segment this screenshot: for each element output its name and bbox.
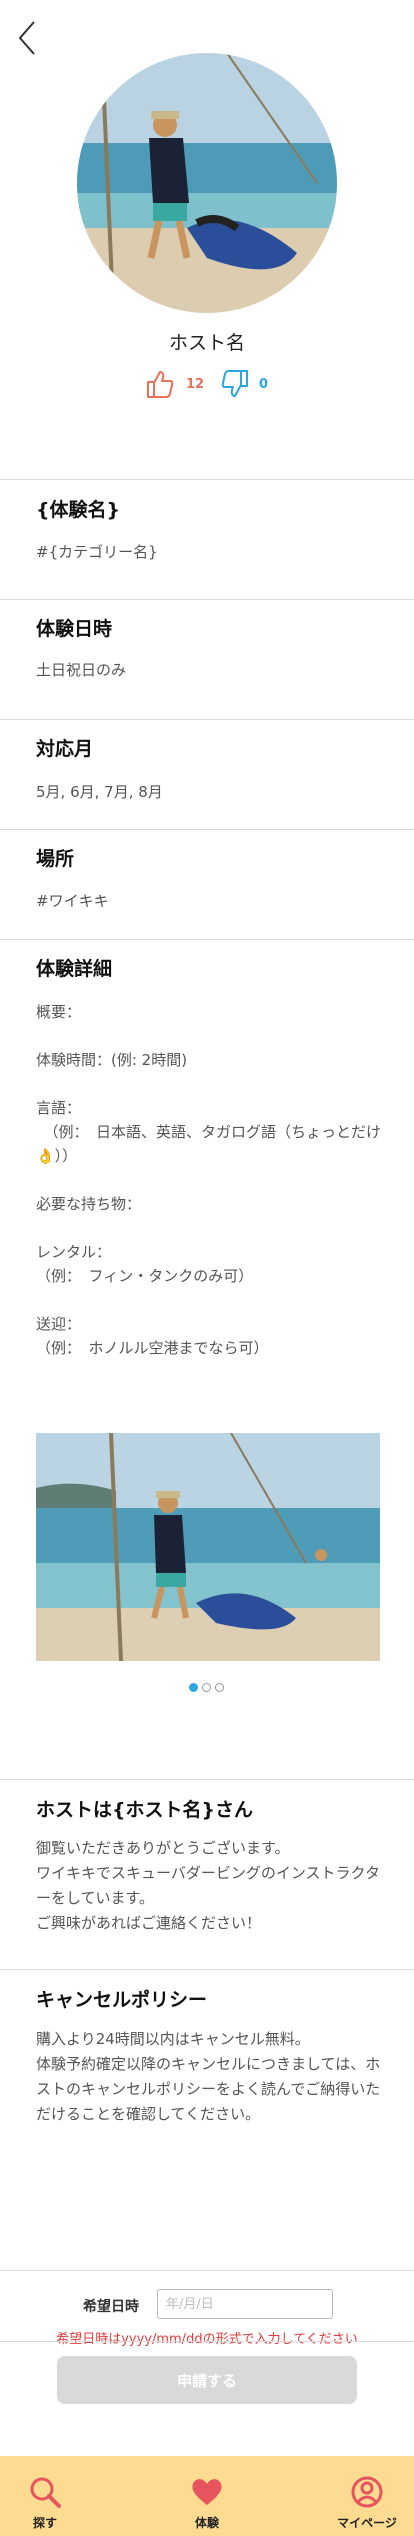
duration-text: 体験時間：(例: 2時間) bbox=[36, 1051, 188, 1069]
bottom-tab-bar: 探す 体験 マイページ bbox=[0, 2456, 414, 2536]
rental-label: レンタル： bbox=[36, 1243, 112, 1261]
language-group: 言語： （例： 日本語、英語、タガログ語（ちょっとだけ👌）） bbox=[36, 1096, 381, 1168]
divider bbox=[0, 599, 414, 600]
language-example: （例： 日本語、英語、タガログ語（ちょっとだけ👌）） bbox=[36, 1123, 382, 1165]
place-section-value: #ワイキキ bbox=[36, 892, 109, 910]
experience-photo[interactable] bbox=[36, 1433, 380, 1661]
rental-example: （例： フィン・タンクのみ可） bbox=[36, 1267, 254, 1285]
language-label: 言語： bbox=[36, 1099, 82, 1117]
date-section-value: 土日祝日のみ bbox=[36, 661, 127, 679]
belongings-text: 必要な持ち物： bbox=[36, 1195, 142, 1213]
cancel-policy-line: 購入より24時間以内はキャンセル無料。 bbox=[36, 2030, 310, 2048]
tab-mypage[interactable]: マイページ bbox=[317, 2456, 414, 2536]
experience-details: 概要： 体験時間：(例: 2時間) 言語： （例： 日本語、英語、タガログ語（ち… bbox=[36, 1000, 381, 1384]
divider bbox=[0, 1779, 414, 1780]
date-label: 希望日時 bbox=[83, 2299, 139, 2315]
overview-text: 概要： bbox=[36, 1003, 82, 1021]
cancel-policy-text: 購入より24時間以内はキャンセル無料。 体験予約確定以降のキャンセルにつきまして… bbox=[36, 2027, 381, 2127]
date-error-message: 希望日時はyyyy/mm/ddの形式で入力してください bbox=[56, 2332, 358, 2347]
host-intro-line: ご興味があればご連絡ください！ bbox=[36, 1914, 262, 1932]
date-input[interactable] bbox=[157, 2289, 333, 2319]
divider bbox=[0, 1969, 414, 1970]
user-icon bbox=[351, 2476, 383, 2508]
rating-row: 12 0 bbox=[0, 369, 414, 399]
dislike-count: 0 bbox=[259, 377, 269, 392]
host-intro-text: 御覧いただきありがとうございます。 ワイキキでスキューバダービングのインストラク… bbox=[36, 1836, 381, 1936]
host-intro-line: 御覧いただきありがとうございます。 bbox=[36, 1839, 290, 1857]
divider bbox=[0, 2341, 414, 2342]
cancel-policy-title: キャンセルポリシー bbox=[36, 1989, 208, 2011]
months-section-value: 5月, 6月, 7月, 8月 bbox=[36, 783, 163, 801]
thumbs-down-icon[interactable] bbox=[221, 369, 249, 399]
carousel-dot[interactable] bbox=[189, 1683, 198, 1692]
host-name: ホスト名 bbox=[168, 332, 245, 354]
divider bbox=[0, 479, 414, 480]
search-icon bbox=[30, 2477, 61, 2508]
tab-search[interactable]: 探す bbox=[0, 2456, 95, 2536]
cancel-policy-line: 体験予約確定以降のキャンセルにつきましては、ホストのキャンセルポリシーをよく読ん… bbox=[36, 2055, 381, 2123]
divider bbox=[0, 939, 414, 940]
rental-group: レンタル： （例： フィン・タンクのみ可） bbox=[36, 1240, 381, 1288]
host-avatar bbox=[77, 53, 337, 313]
tab-label: 体験 bbox=[194, 2516, 219, 2530]
transfer-group: 送迎： （例： ホノルル空港までなら可） bbox=[36, 1312, 381, 1360]
tab-label: 探す bbox=[32, 2516, 57, 2530]
divider bbox=[0, 829, 414, 830]
transfer-example: （例： ホノルル空港までなら可） bbox=[36, 1339, 269, 1357]
apply-button[interactable]: 申請する bbox=[57, 2356, 357, 2404]
host-intro-title: ホストは{ホスト名}さん bbox=[36, 1799, 254, 1821]
divider bbox=[0, 2270, 414, 2271]
thumbs-up-icon[interactable] bbox=[146, 369, 174, 399]
carousel-dot[interactable] bbox=[215, 1683, 224, 1692]
experience-name: {体験名} bbox=[36, 499, 121, 521]
experience-category: #{カテゴリー名} bbox=[36, 543, 158, 561]
heart-icon bbox=[192, 2479, 222, 2505]
months-section-title: 対応月 bbox=[36, 738, 94, 760]
experience-detail-page: ホスト名 12 0 {体験名} #{カテゴリー名} 体験日時 土日祝日のみ 対応… bbox=[0, 0, 414, 2536]
like-count: 12 bbox=[186, 377, 205, 392]
divider bbox=[0, 719, 414, 720]
host-intro-line: ワイキキでスキューバダービングのインストラクターをしています。 bbox=[36, 1864, 380, 1907]
carousel-dot[interactable] bbox=[202, 1683, 211, 1692]
date-section-title: 体験日時 bbox=[36, 618, 113, 640]
tab-experience[interactable]: 体験 bbox=[157, 2456, 257, 2536]
back-icon[interactable] bbox=[14, 18, 44, 58]
details-section-title: 体験詳細 bbox=[36, 958, 113, 980]
carousel-dots[interactable] bbox=[189, 1683, 228, 1695]
place-section-title: 場所 bbox=[36, 848, 75, 870]
transfer-label: 送迎： bbox=[36, 1315, 82, 1333]
tab-label: マイページ bbox=[337, 2516, 397, 2530]
